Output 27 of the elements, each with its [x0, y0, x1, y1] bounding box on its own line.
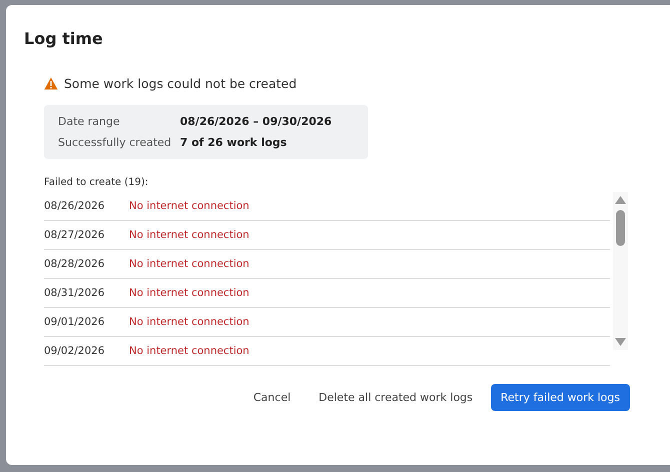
- text-button[interactable]: Cancel: [243, 384, 301, 411]
- text-button[interactable]: Delete all created work logs: [308, 384, 483, 411]
- failures-heading: Failed to create (19):: [44, 177, 150, 188]
- error-message: No internet connection: [129, 287, 250, 299]
- dialog-title: Log time: [24, 29, 104, 48]
- date-cell-text: 08/26/2026: [44, 200, 106, 212]
- error-message: No internet connection: [129, 229, 250, 241]
- scroll-thumb[interactable]: [616, 210, 625, 246]
- error-message: No internet connection: [129, 345, 250, 357]
- summary-label: Successfully created: [58, 136, 172, 149]
- date-cell-text: 08/27/2026: [44, 229, 106, 241]
- retry-button[interactable]: Retry failed work logs: [490, 384, 630, 411]
- scrollbar[interactable]: [613, 192, 628, 350]
- date-cell-text: 09/02/2026: [44, 345, 106, 357]
- scroll-down-icon[interactable]: [615, 338, 626, 346]
- alert-message: Some work logs could not be created: [64, 76, 297, 91]
- error-message: No internet connection: [129, 316, 250, 328]
- scroll-up-icon[interactable]: [615, 196, 626, 204]
- date-cell-text: 08/28/2026: [44, 258, 106, 270]
- warning-icon: [44, 77, 58, 90]
- date-cell-text: 08/31/2026: [44, 287, 106, 299]
- summary-label: Date range: [58, 115, 121, 128]
- summary-value: 08/26/2026 – 09/30/2026: [180, 115, 333, 128]
- summary-value: 7 of 26 work logs: [180, 136, 288, 149]
- error-message: No internet connection: [129, 200, 250, 212]
- error-message: No internet connection: [129, 258, 250, 270]
- date-cell-text: 09/01/2026: [44, 316, 106, 328]
